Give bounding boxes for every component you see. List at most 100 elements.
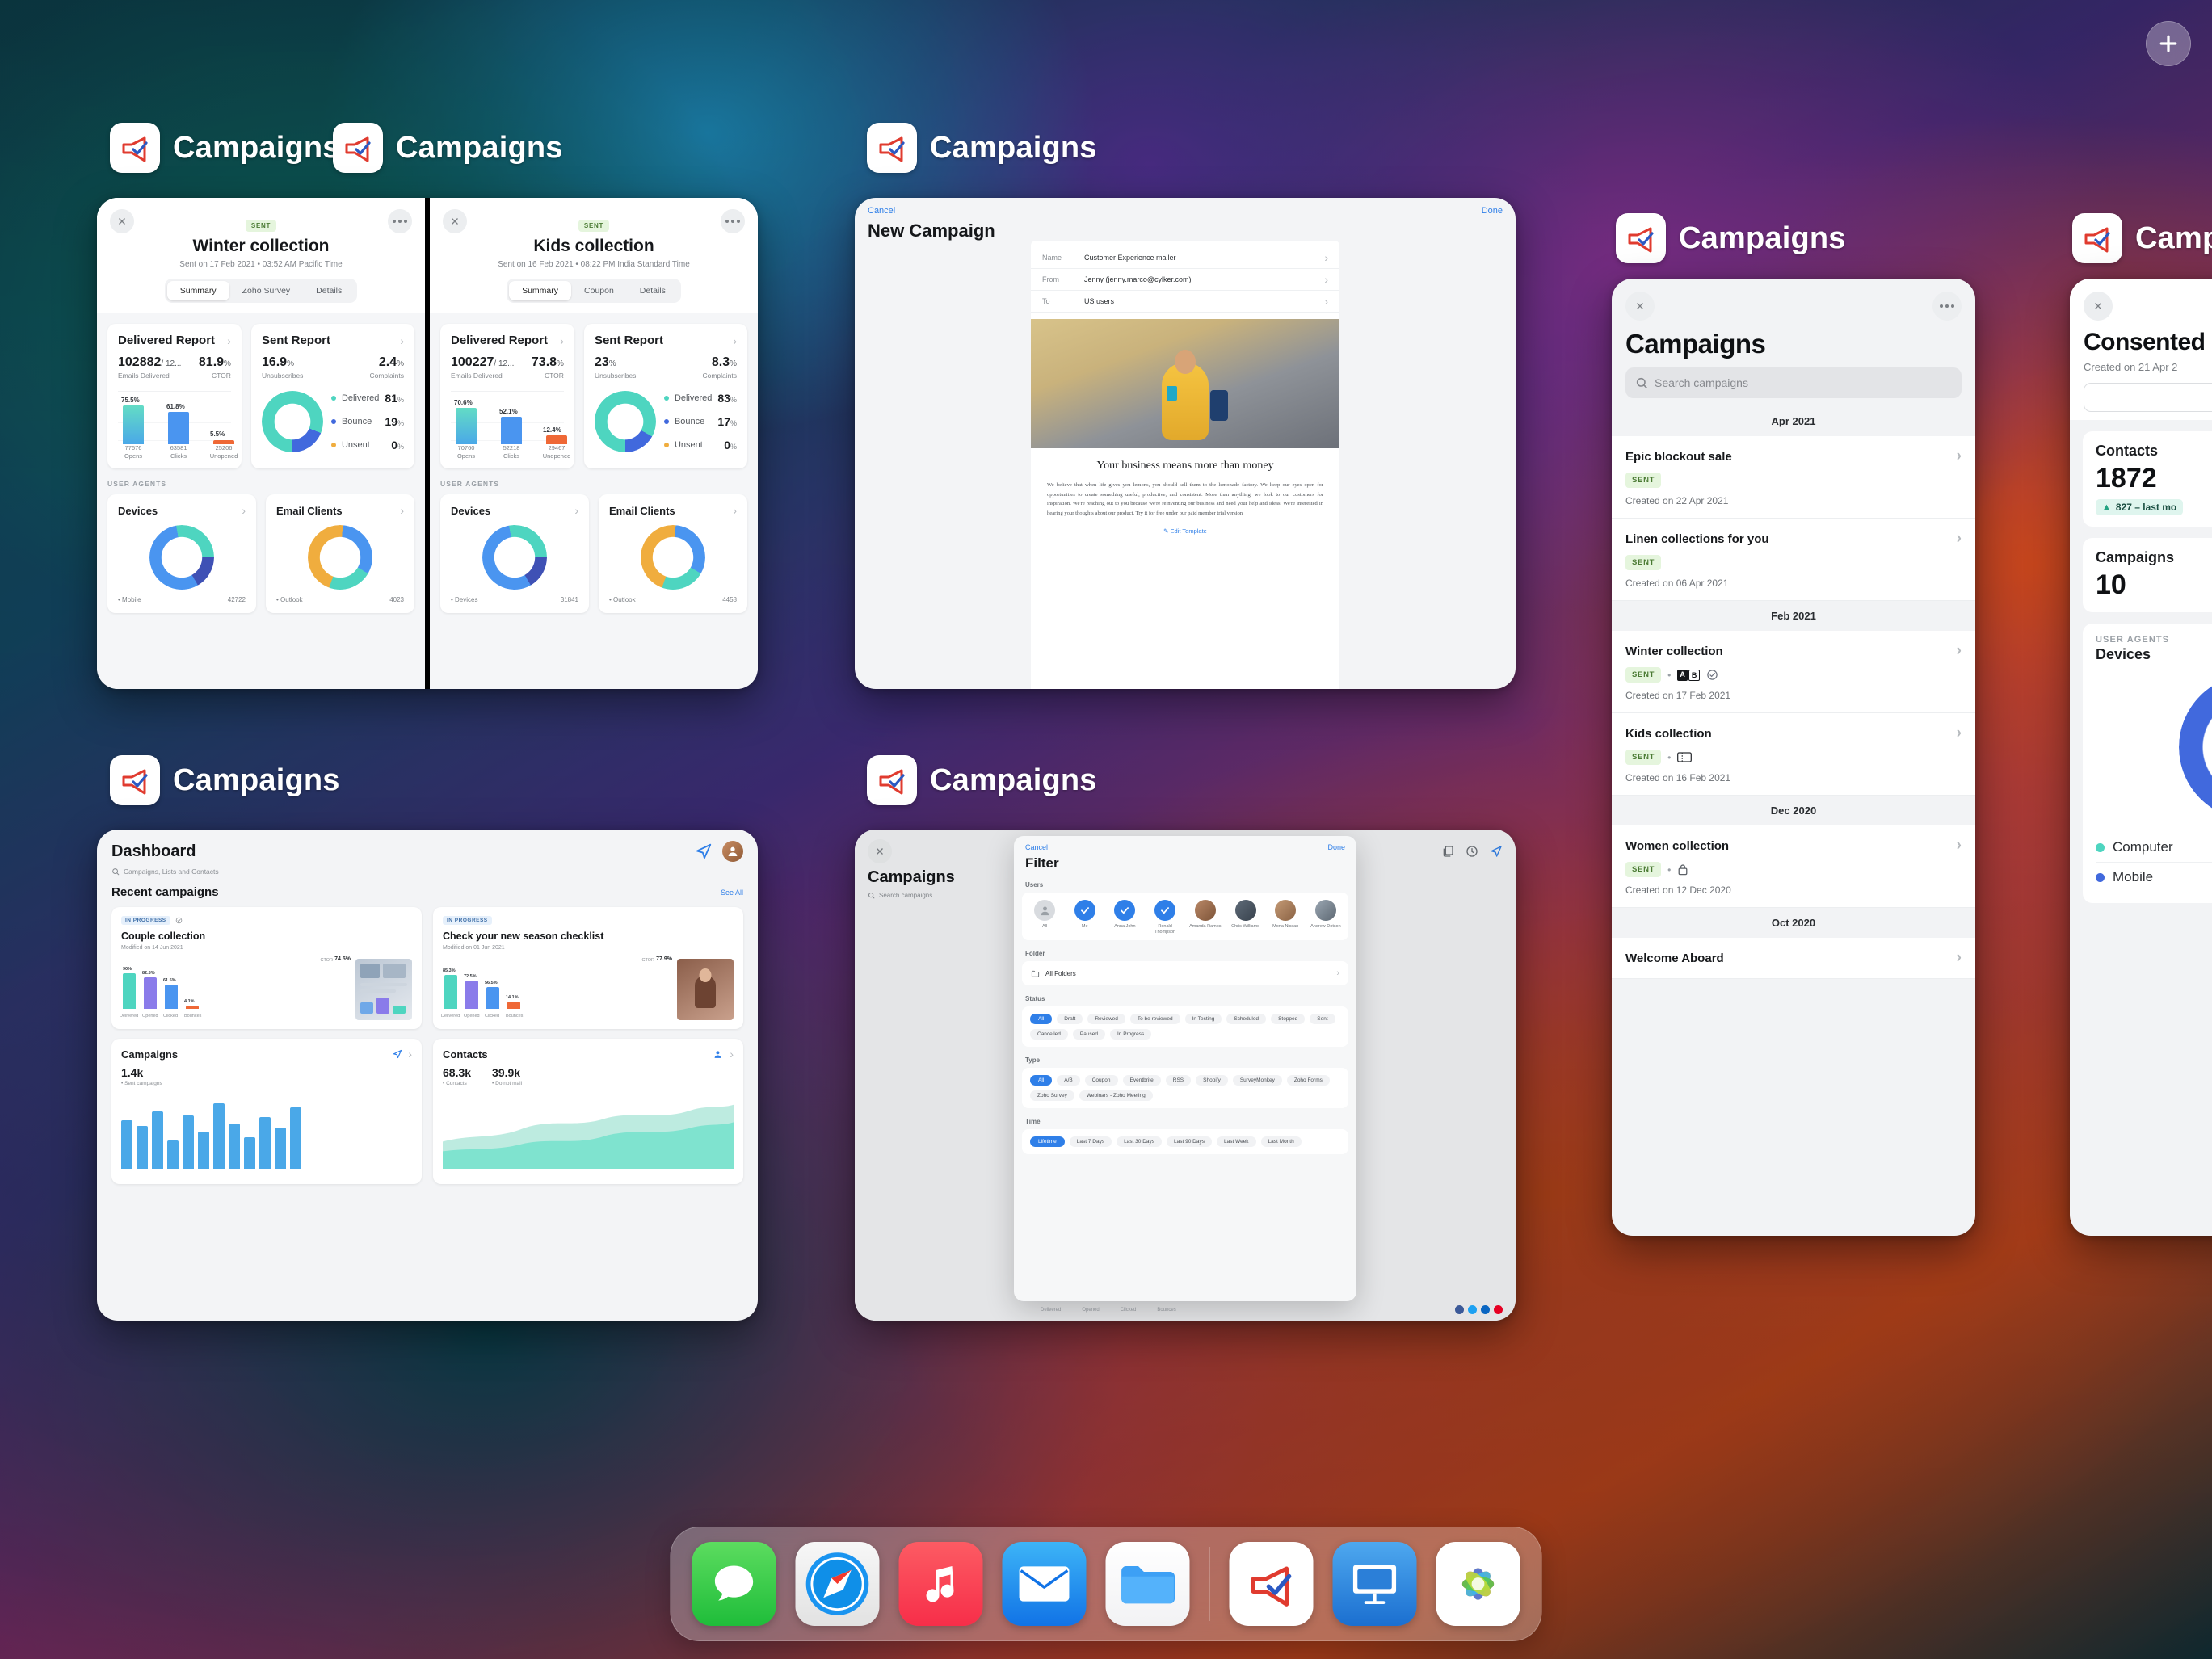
status-options[interactable]: All Draft Reviewed To be reviewed In Tes…: [1022, 1006, 1348, 1047]
tab-zoho-survey[interactable]: Zoho Survey: [229, 281, 304, 300]
window-consented[interactable]: Consented Created on 21 Apr 2 Contacts C…: [2070, 279, 2212, 1236]
cancel-button[interactable]: Cancel: [1025, 843, 1048, 851]
tab-contacts[interactable]: Contacts: [2084, 383, 2212, 412]
type-option-rss[interactable]: RSS: [1166, 1075, 1191, 1086]
more-options-button[interactable]: [388, 209, 412, 233]
email-clients-card[interactable]: Email Clients› • Outlook 4458: [599, 494, 747, 613]
dock-item-music[interactable]: [899, 1542, 983, 1626]
tab-details[interactable]: Details: [627, 281, 679, 300]
report-tabs[interactable]: Summary Coupon Details: [507, 279, 681, 303]
status-option-paused[interactable]: Paused: [1073, 1029, 1105, 1040]
time-option-last-30-days[interactable]: Last 30 Days: [1117, 1136, 1162, 1147]
close-button[interactable]: [110, 209, 134, 233]
avatar[interactable]: [722, 841, 743, 862]
delivered-report-card[interactable]: Delivered Report › 102882/ 12... Emails …: [107, 324, 242, 468]
type-option-zoho-forms[interactable]: Zoho Forms: [1287, 1075, 1330, 1086]
done-button[interactable]: Done: [1482, 206, 1503, 216]
search-input[interactable]: Campaigns, Lists and Contacts: [111, 867, 743, 876]
time-option-last-7-days[interactable]: Last 7 Days: [1070, 1136, 1112, 1147]
tab-coupon[interactable]: Coupon: [571, 281, 627, 300]
contacts-tile[interactable]: Contacts 1872 ▲ 827 – last mo: [2083, 431, 2212, 527]
dock-item-files[interactable]: [1106, 1542, 1190, 1626]
send-icon[interactable]: [695, 842, 713, 860]
linkedin-icon[interactable]: [1481, 1305, 1490, 1314]
user-chip-anna[interactable]: Anna John: [1108, 900, 1141, 934]
close-button[interactable]: [443, 209, 467, 233]
type-option-all[interactable]: All: [1030, 1075, 1052, 1086]
sent-report-card[interactable]: Sent Report › 23% Unsubscribes 8.3% Comp…: [584, 324, 747, 468]
list-item[interactable]: Linen collections for you› SENT Created …: [1612, 519, 1975, 601]
recent-campaign-card[interactable]: IN PROGRESS Couple collection Modified o…: [111, 907, 422, 1029]
devices-card[interactable]: Devices› • Mobile 42722: [107, 494, 256, 613]
time-option-last-week[interactable]: Last Week: [1217, 1136, 1256, 1147]
close-button[interactable]: [1625, 292, 1655, 321]
contacts-stat-tile[interactable]: Contacts › 68.3k • Contacts 39.9k • Do n…: [433, 1039, 743, 1184]
facebook-icon[interactable]: [1455, 1305, 1464, 1314]
tab-details[interactable]: Details: [303, 281, 355, 300]
user-chip-ronald[interactable]: Ronald Thompson: [1149, 900, 1181, 934]
window-new-campaign[interactable]: Cancel Done New Campaign Name Customer E…: [855, 198, 1516, 689]
recent-campaign-card[interactable]: IN PROGRESS Check your new season checkl…: [433, 907, 743, 1029]
folder-row[interactable]: All Folders ›: [1022, 961, 1348, 985]
list-item[interactable]: Kids collection› SENT • Created on 16 Fe…: [1612, 713, 1975, 796]
email-clients-card[interactable]: Email Clients› • Outlook 4023: [266, 494, 414, 613]
search-input[interactable]: Search campaigns: [1625, 368, 1962, 398]
see-all-link[interactable]: See All: [721, 888, 743, 897]
window-campaign-reports[interactable]: SENT Winter collection Sent on 17 Feb 20…: [97, 198, 758, 689]
more-options-button[interactable]: [1932, 292, 1962, 321]
sent-report-card[interactable]: Sent Report › 16.9% Unsubscribes 2.4% Co…: [251, 324, 414, 468]
report-tabs[interactable]: Summary Zoho Survey Details: [165, 279, 358, 303]
person-add-icon[interactable]: [713, 1049, 724, 1060]
filter-sheet[interactable]: Cancel Done Filter Users All Me: [1014, 836, 1356, 1301]
user-chip-me[interactable]: Me: [1069, 900, 1101, 934]
send-icon[interactable]: [393, 1049, 402, 1059]
time-option-last-month[interactable]: Last Month: [1261, 1136, 1302, 1147]
dock-item-photos[interactable]: [1436, 1542, 1520, 1626]
cancel-button[interactable]: Cancel: [868, 206, 895, 216]
status-option-draft[interactable]: Draft: [1057, 1014, 1083, 1024]
status-option-scheduled[interactable]: Scheduled: [1226, 1014, 1266, 1024]
delivered-report-card[interactable]: Delivered Report › 100227/ 12... Emails …: [440, 324, 574, 468]
type-option-webinars[interactable]: Webinars - Zoho Meeting: [1079, 1090, 1153, 1101]
done-button[interactable]: Done: [1327, 843, 1345, 851]
time-option-lifetime[interactable]: Lifetime: [1030, 1136, 1065, 1147]
type-option-ab[interactable]: A/B: [1057, 1075, 1079, 1086]
type-option-zoho-survey[interactable]: Zoho Survey: [1030, 1090, 1074, 1101]
user-chip-amanda[interactable]: Amanda Ramos: [1189, 900, 1222, 934]
add-window-button[interactable]: [2146, 21, 2191, 66]
dock-item-campaigns[interactable]: [1230, 1542, 1314, 1626]
tab-summary[interactable]: Summary: [167, 281, 229, 300]
devices-card[interactable]: Devices› • Devices 31841: [440, 494, 589, 613]
dock-item-keynote[interactable]: [1333, 1542, 1417, 1626]
pinterest-icon[interactable]: [1494, 1305, 1503, 1314]
edit-template-button[interactable]: ✎ Edit Template: [1031, 527, 1339, 535]
list-item[interactable]: Women collection› SENT • Created on 12 D…: [1612, 825, 1975, 908]
field-row-to[interactable]: To US users ›: [1031, 291, 1339, 313]
campaigns-tile[interactable]: Campaigns 10: [2083, 538, 2212, 612]
user-chip-all[interactable]: All: [1028, 900, 1061, 934]
close-button[interactable]: [2084, 292, 2113, 321]
type-option-eventbrite[interactable]: Eventbrite: [1123, 1075, 1161, 1086]
list-item[interactable]: Epic blockout sale› SENT Created on 22 A…: [1612, 436, 1975, 519]
window-dashboard[interactable]: Dashboard Campaigns, Lists and Contacts …: [97, 830, 758, 1321]
type-option-surveymonkey[interactable]: SurveyMonkey: [1233, 1075, 1282, 1086]
devices-tile[interactable]: USER AGENTS Devices Computer Mobile: [2083, 624, 2212, 903]
dock-item-mail[interactable]: [1003, 1542, 1087, 1626]
tab-summary[interactable]: Summary: [509, 281, 571, 300]
status-option-in-testing[interactable]: In Testing: [1185, 1014, 1222, 1024]
dock[interactable]: [671, 1527, 1542, 1641]
time-option-last-90-days[interactable]: Last 90 Days: [1167, 1136, 1212, 1147]
type-options[interactable]: All A/B Coupon Eventbrite RSS Shopify Su…: [1022, 1068, 1348, 1108]
twitter-icon[interactable]: [1468, 1305, 1477, 1314]
window-campaign-list[interactable]: Campaigns Search campaigns Apr 2021 Epic…: [1612, 279, 1975, 1236]
type-option-shopify[interactable]: Shopify: [1196, 1075, 1228, 1086]
dock-item-messages[interactable]: [692, 1542, 776, 1626]
dock-item-safari[interactable]: [796, 1542, 880, 1626]
user-chip-chris[interactable]: Chris Williams: [1230, 900, 1262, 934]
list-item[interactable]: Welcome Aboard›: [1612, 938, 1975, 979]
user-chip-andrew[interactable]: Andrew Dotson: [1310, 900, 1342, 934]
status-option-cancelled[interactable]: Cancelled: [1030, 1029, 1068, 1040]
more-options-button[interactable]: [721, 209, 745, 233]
status-option-in-progress[interactable]: In Progress: [1110, 1029, 1151, 1040]
user-chip-mona[interactable]: Mona Nissan: [1269, 900, 1302, 934]
